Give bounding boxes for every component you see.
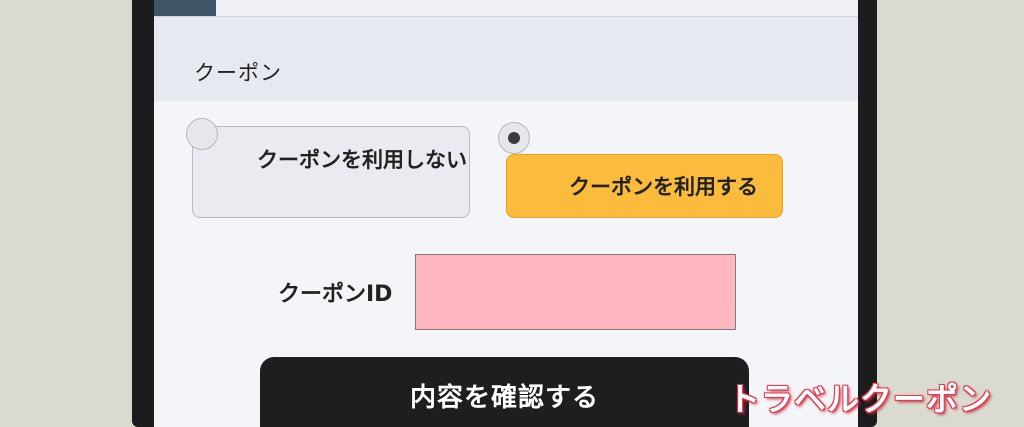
radio-use-coupon[interactable] [498, 122, 530, 154]
option-use-coupon-label: クーポンを利用する [569, 175, 758, 199]
coupon-section-header: クーポン [154, 17, 858, 101]
confirm-button[interactable]: 内容を確認する [260, 357, 749, 427]
section-title: クーポン [194, 61, 282, 85]
watermark-text: トラベルクーポン [728, 380, 993, 418]
confirm-button-label: 内容を確認する [409, 383, 599, 413]
phone-screen: クーポン クーポンを利用しない クーポンを利用する クーポンID 内容を確認する [154, 0, 858, 427]
radio-no-coupon[interactable] [186, 118, 218, 150]
option-no-coupon-label: クーポンを利用しない [257, 148, 467, 172]
option-no-coupon[interactable]: クーポンを利用しない [192, 126, 470, 218]
coupon-id-input[interactable] [415, 254, 736, 330]
radio-selected-dot [508, 132, 520, 144]
option-use-coupon[interactable]: クーポンを利用する [506, 154, 783, 218]
coupon-id-label: クーポンID [278, 282, 393, 307]
top-strip [154, 0, 858, 17]
top-dark-tab [154, 0, 216, 16]
